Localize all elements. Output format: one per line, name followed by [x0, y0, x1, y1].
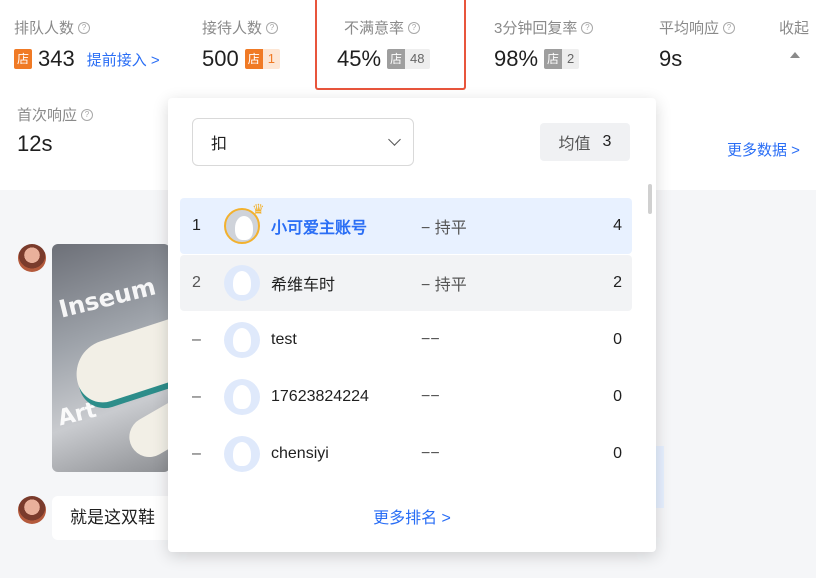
collapse-toggle[interactable]: 收起	[779, 17, 809, 58]
rank-row[interactable]: 2 希维车时 − 持平 2	[180, 255, 632, 311]
question-circle-icon[interactable]: ?	[266, 21, 279, 34]
average-label: 均值	[558, 136, 591, 153]
stat-avg-response-value: 9s	[659, 46, 683, 71]
shop-count-badge[interactable]: 店2	[544, 49, 580, 69]
stat-queue-label: 排队人数	[14, 20, 75, 37]
stat-first-response-label: 首次响应	[17, 107, 78, 124]
stat-reply3min-label: 3分钟回复率	[494, 20, 578, 37]
rank-index: 1	[192, 217, 201, 234]
stat-served: 接待人数? 500 店1	[202, 17, 280, 72]
rank-row[interactable]: – test −− 0	[180, 312, 632, 368]
question-circle-icon[interactable]: ?	[723, 21, 736, 34]
average-box: 均值 3	[540, 123, 630, 161]
question-circle-icon[interactable]: ?	[581, 21, 594, 34]
more-data-link[interactable]: 更多数据 >	[727, 139, 800, 160]
rank-trend: −−	[421, 331, 440, 348]
stat-dissatisfaction[interactable]: 不满意率? 45% 店 48	[337, 17, 430, 72]
stat-served-value: 500	[202, 46, 239, 71]
rank-score: 0	[613, 445, 622, 462]
rank-index: –	[192, 445, 201, 462]
avatar	[224, 265, 260, 301]
avatar	[224, 379, 260, 415]
avatar: ♛	[224, 201, 265, 244]
rank-name: test	[271, 331, 297, 348]
rank-score: 0	[613, 331, 622, 348]
shop-badge: 店	[14, 49, 32, 69]
stat-reply3min-value: 98%	[494, 46, 539, 71]
scrollbar[interactable]	[648, 184, 652, 214]
rank-row[interactable]: 1 ♛ 小可爱主账号 − 持平 4	[180, 198, 632, 254]
metric-select-value: 扣	[211, 136, 228, 153]
rank-trend: −−	[421, 388, 440, 405]
stat-queue-value: 343	[38, 46, 75, 71]
question-circle-icon[interactable]: ?	[78, 21, 91, 34]
rank-list: 1 ♛ 小可爱主账号 − 持平 4 2 希维车时 − 持平 2 – test −…	[180, 198, 632, 483]
avatar[interactable]	[18, 496, 46, 524]
rank-score: 0	[613, 388, 622, 405]
rank-score: 2	[613, 274, 622, 291]
product-image[interactable]: Inseum Art	[52, 244, 170, 472]
stat-dissatisfaction-label: 不满意率	[344, 20, 405, 37]
rank-trend: − 持平	[421, 277, 467, 294]
avatar[interactable]	[18, 244, 46, 272]
rank-index: 2	[192, 274, 201, 291]
more-rank-link[interactable]: 更多排名 >	[168, 504, 656, 528]
rank-name: 小可爱主账号	[271, 220, 368, 237]
rank-score: 4	[613, 217, 622, 234]
rank-name: 希维车时	[271, 277, 336, 294]
rank-trend: − 持平	[421, 220, 467, 237]
rank-name: chensiyi	[271, 445, 329, 462]
question-circle-icon[interactable]: ?	[408, 21, 421, 34]
metric-select[interactable]: 扣	[192, 118, 414, 166]
question-circle-icon[interactable]: ?	[81, 108, 94, 121]
stat-first-response-value: 12s	[17, 131, 53, 156]
chevron-down-icon[interactable]	[388, 133, 401, 146]
rank-index: –	[192, 331, 201, 348]
stat-avg-response-label: 平均响应	[659, 20, 720, 37]
avatar	[224, 436, 260, 472]
stat-avg-response: 平均响应? 9s	[659, 17, 736, 72]
rank-index: –	[192, 388, 201, 405]
average-value: 3	[602, 133, 612, 150]
rank-name: 17623824224	[271, 388, 369, 405]
stat-dissatisfaction-value: 45%	[337, 46, 382, 71]
early-access-link[interactable]: 提前接入 >	[87, 49, 160, 70]
stat-queue: 排队人数? 店 343 提前接入 >	[14, 17, 160, 72]
avatar	[224, 322, 260, 358]
rank-trend: −−	[421, 445, 440, 462]
rank-row[interactable]: – 17623824224 −− 0	[180, 369, 632, 425]
rank-row[interactable]: – chensiyi −− 0	[180, 426, 632, 482]
crown-icon: ♛	[252, 201, 265, 217]
stat-reply3min: 3分钟回复率? 98% 店2	[494, 17, 594, 72]
shop-count-badge[interactable]: 店1	[244, 49, 280, 69]
stat-served-label: 接待人数	[202, 20, 263, 37]
stat-first-response: 首次响应? 12s	[17, 104, 94, 157]
shop-count-badge[interactable]: 店 48	[387, 49, 430, 69]
ranking-popup: 扣 均值 3 1 ♛ 小可爱主账号 − 持平 4 2 希维车时 − 持平 2 –…	[168, 98, 656, 552]
caret-up-icon[interactable]	[790, 52, 800, 58]
collapse-label[interactable]: 收起	[779, 17, 809, 38]
